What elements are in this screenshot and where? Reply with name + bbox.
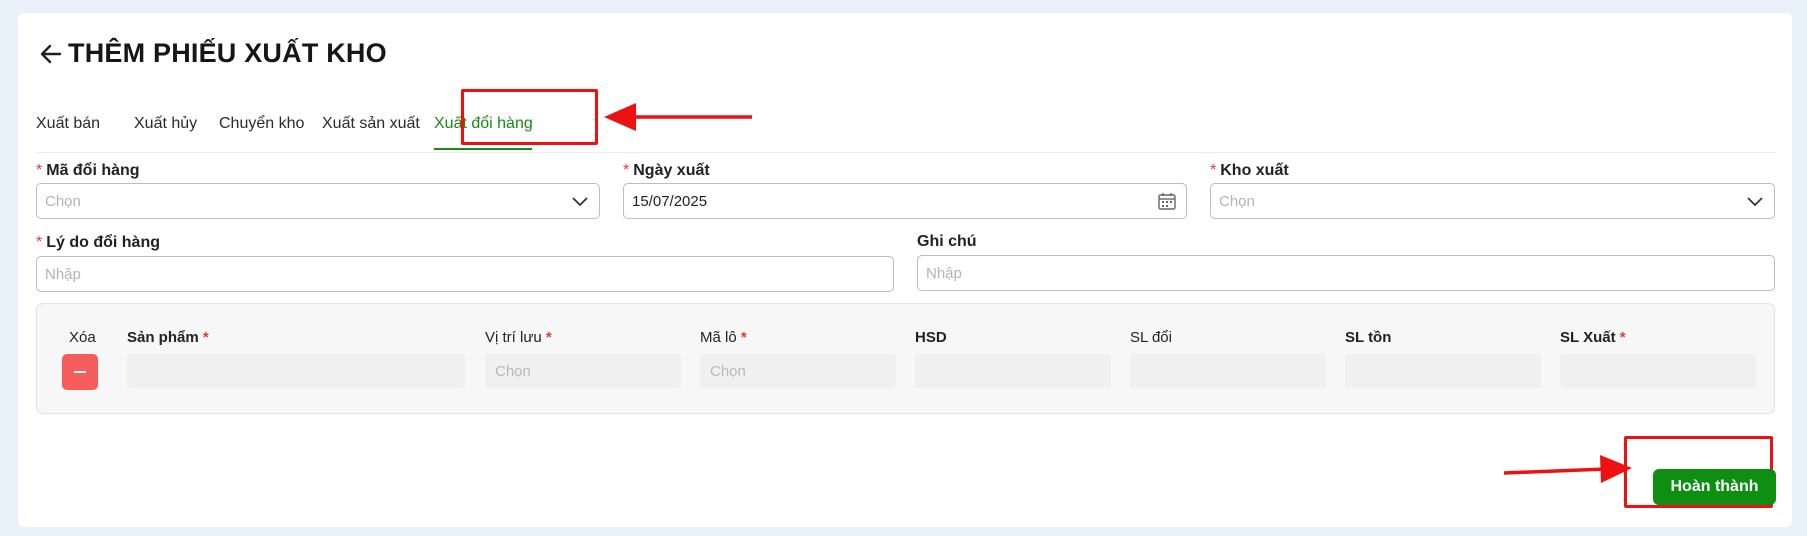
- col-ma-lo: Mã lô *: [700, 329, 747, 346]
- chevron-down-icon: [1744, 190, 1766, 212]
- annotation-arrow-icon: [1503, 455, 1632, 483]
- form-card: THÊM PHIẾU XUẤT KHO Xuất bán Xuất hủy Ch…: [18, 13, 1792, 527]
- active-tab-indicator: [434, 148, 532, 150]
- ly-do-label: * Lý do đổi hàng: [36, 234, 160, 251]
- sl-doi-cell: [1130, 354, 1326, 388]
- ngay-xuat-datepicker[interactable]: 15/07/2025: [623, 183, 1187, 219]
- ghi-chu-input[interactable]: Nhập: [917, 255, 1775, 291]
- calendar-icon[interactable]: [1156, 190, 1178, 212]
- col-hsd: HSD: [915, 329, 947, 346]
- col-san-pham: Sản phẩm *: [127, 329, 209, 346]
- san-pham-cell[interactable]: [127, 354, 465, 388]
- tab-chuyen-kho[interactable]: Chuyển kho: [219, 115, 304, 133]
- tab-xuat-san-xuat[interactable]: Xuất sản xuất: [322, 115, 420, 133]
- delete-row-button[interactable]: [62, 354, 98, 390]
- kho-xuat-select[interactable]: Chọn: [1210, 183, 1775, 219]
- sl-ton-cell: [1345, 354, 1541, 388]
- ly-do-input[interactable]: Nhập: [36, 256, 894, 292]
- minus-icon: [74, 371, 86, 373]
- tab-xuat-ban[interactable]: Xuất bán: [36, 115, 100, 133]
- kho-xuat-placeholder: Chọn: [1219, 192, 1255, 210]
- chevron-down-icon: [569, 190, 591, 212]
- page-title: THÊM PHIẾU XUẤT KHO: [68, 38, 387, 68]
- col-vi-tri-luu: Vị trí lưu *: [485, 329, 552, 346]
- kho-xuat-label: * Kho xuất: [1210, 162, 1289, 179]
- ly-do-placeholder: Nhập: [45, 265, 81, 283]
- ma-doi-hang-select[interactable]: Chọn: [36, 183, 600, 219]
- ma-lo-select[interactable]: Chọn: [700, 354, 896, 388]
- col-sl-ton: SL tồn: [1345, 329, 1392, 346]
- annotation-arrow-icon: [604, 103, 752, 131]
- col-sl-doi: SL đổi: [1130, 329, 1172, 346]
- hoan-thanh-button[interactable]: Hoàn thành: [1653, 469, 1776, 505]
- ngay-xuat-label: * Ngày xuất: [623, 162, 710, 179]
- back-arrow-icon[interactable]: [38, 41, 64, 67]
- product-grid: Xóa Sản phẩm * Vị trí lưu * Mã lô * HSD …: [36, 303, 1775, 414]
- ma-doi-hang-placeholder: Chọn: [45, 192, 81, 210]
- tab-xuat-huy[interactable]: Xuất hủy: [134, 115, 197, 133]
- vi-tri-luu-select[interactable]: Chọn: [485, 354, 681, 388]
- tab-bar: Xuất bán Xuất hủy Chuyển kho Xuất sản xu…: [36, 101, 1776, 153]
- sl-xuat-input[interactable]: [1560, 354, 1756, 388]
- ngay-xuat-value: 15/07/2025: [632, 192, 708, 210]
- annotation-highlight-tab: [461, 89, 598, 145]
- ghi-chu-label: Ghi chú: [917, 233, 977, 250]
- title-row: THÊM PHIẾU XUẤT KHO: [38, 38, 387, 69]
- hsd-cell: [915, 354, 1111, 388]
- ma-doi-hang-label: * Mã đổi hàng: [36, 162, 140, 179]
- col-sl-xuat: SL Xuất *: [1560, 329, 1626, 346]
- ghi-chu-placeholder: Nhập: [926, 264, 962, 282]
- col-xoa: Xóa: [69, 329, 96, 346]
